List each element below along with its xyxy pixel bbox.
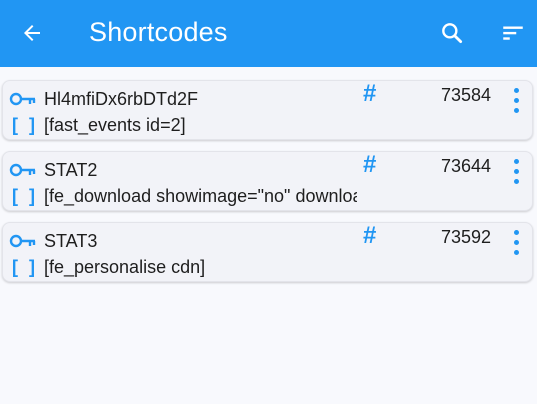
back-button[interactable]: [18, 19, 46, 47]
key-icon: [9, 92, 36, 106]
sort-icon: [503, 26, 523, 40]
hash-icon: #: [363, 151, 377, 178]
key-icon: [9, 234, 36, 248]
shortcode-count: 73592: [441, 227, 492, 247]
shortcode-code: [fast_events id=2]: [44, 115, 186, 135]
shortcode-code: [fe_download showimage="no" download: [44, 186, 357, 206]
shortcode-list: Hl4mfiDx6rbDTd2F # 73584 [ ] [fast_event…: [0, 80, 537, 293]
brackets-icon: [ ]: [12, 115, 38, 135]
hash-icon: #: [363, 80, 377, 107]
app-bar: Shortcodes: [0, 0, 537, 67]
search-button[interactable]: [437, 18, 467, 48]
key-icon: [9, 163, 36, 177]
shortcode-name: Hl4mfiDx6rbDTd2F: [44, 89, 199, 109]
shortcode-code: [fe_personalise cdn]: [44, 257, 206, 277]
list-item[interactable]: STAT2 # 73644 [ ] [fe_download showimage…: [2, 151, 533, 211]
shortcode-count: 73584: [441, 85, 492, 105]
list-item[interactable]: Hl4mfiDx6rbDTd2F # 73584 [ ] [fast_event…: [2, 80, 533, 140]
page-title: Shortcodes: [89, 17, 228, 47]
search-icon: [442, 23, 463, 44]
sort-button[interactable]: [498, 18, 528, 48]
shortcode-name: STAT3: [44, 231, 98, 251]
more-vert-icon[interactable]: [503, 227, 529, 257]
shortcode-name: STAT2: [44, 160, 98, 180]
arrow-left-icon: [24, 25, 40, 41]
brackets-icon: [ ]: [12, 186, 38, 206]
hash-icon: #: [363, 222, 377, 249]
shortcode-count: 73644: [441, 156, 492, 176]
more-vert-icon[interactable]: [503, 85, 529, 115]
brackets-icon: [ ]: [12, 257, 38, 277]
more-vert-icon[interactable]: [503, 156, 529, 186]
list-item[interactable]: STAT3 # 73592 [ ] [fe_personalise cdn]: [2, 222, 533, 282]
